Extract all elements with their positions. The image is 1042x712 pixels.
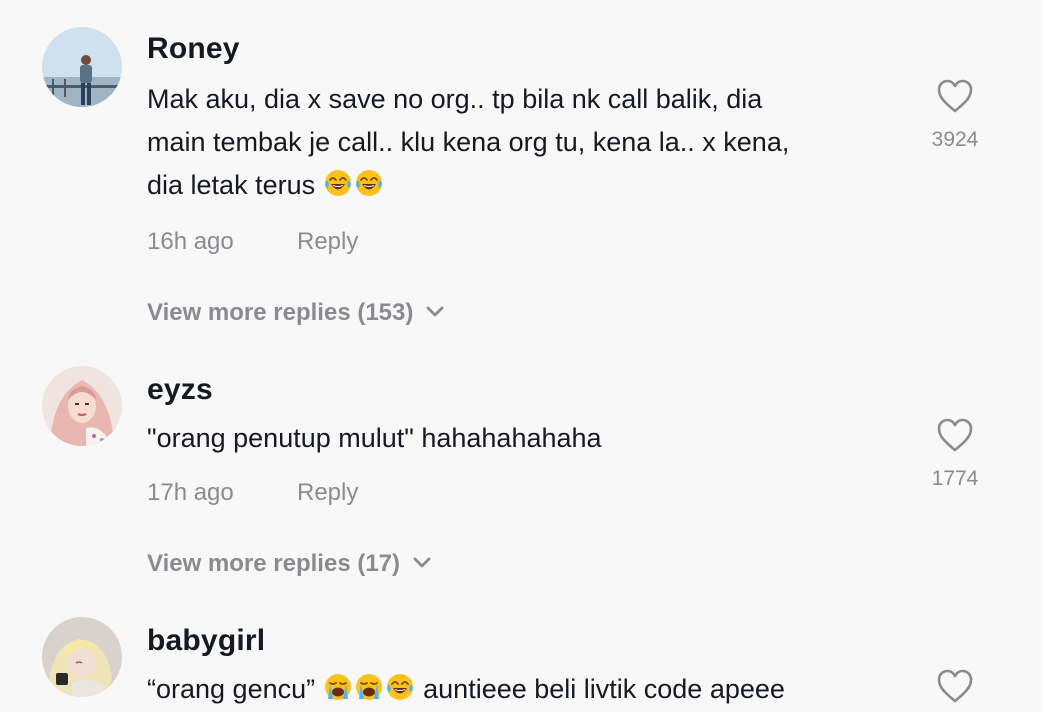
like-control: 3924 — [920, 78, 990, 152]
comment-text: Mak aku, dia x save no org.. tp bila nk … — [147, 78, 907, 207]
avatar[interactable] — [42, 366, 122, 446]
comment-text: “orang gencu” auntieee beli livtik code … — [147, 668, 907, 711]
comment-text-segment: “orang gencu” — [147, 674, 316, 704]
timestamp: 17h ago — [147, 479, 234, 506]
comment-text-segment: auntieee beli livtik code apeee — [423, 674, 785, 704]
comment-text-line: dia letak terus — [147, 164, 907, 207]
chevron-down-icon — [425, 305, 445, 319]
username[interactable]: Roney — [147, 32, 240, 66]
timestamp: 16h ago — [147, 228, 234, 255]
username[interactable]: eyzs — [147, 373, 213, 407]
chevron-down-icon — [412, 556, 432, 570]
reply-button[interactable]: Reply — [297, 228, 358, 256]
comment-text-line: Mak aku, dia x save no org.. tp bila nk … — [147, 84, 763, 114]
like-count: 1774 — [931, 467, 979, 490]
comment-text-line: main tembak je call.. klu kena org tu, k… — [147, 127, 790, 157]
reply-button[interactable]: Reply — [297, 479, 358, 507]
like-control — [920, 668, 990, 704]
avatar[interactable] — [42, 617, 122, 697]
comments-list: Roney Mak aku, dia x save no org.. tp bi… — [0, 0, 1042, 712]
loudly-crying-emoji — [323, 672, 353, 702]
view-more-replies-button[interactable]: View more replies (17) — [147, 550, 432, 578]
tears-of-joy-emoji — [354, 168, 384, 198]
loudly-crying-emoji — [354, 672, 384, 702]
like-count: 3924 — [931, 128, 979, 151]
heart-outline-icon[interactable] — [936, 78, 974, 114]
view-more-replies-label: View more replies (17) — [147, 550, 401, 577]
comment-text-line: “orang gencu” auntieee beli livtik code … — [147, 668, 907, 711]
comment-meta: 16h ago Reply — [147, 228, 358, 256]
comment-meta: 17h ago Reply — [147, 479, 358, 507]
like-control: 1774 — [920, 417, 990, 491]
view-more-replies-button[interactable]: View more replies (153) — [147, 299, 445, 327]
avatar[interactable] — [42, 27, 122, 107]
tears-of-joy-emoji — [323, 168, 353, 198]
comment-text-line: "orang penutup mulut" hahahahahaha — [147, 423, 602, 453]
heart-outline-icon[interactable] — [936, 668, 974, 704]
comment-text-segment: dia letak terus — [147, 170, 316, 200]
heart-outline-icon[interactable] — [936, 417, 974, 453]
comment-text: "orang penutup mulut" hahahahahaha — [147, 417, 907, 460]
username[interactable]: babygirl — [147, 624, 265, 658]
tears-of-joy-emoji — [385, 672, 415, 702]
view-more-replies-label: View more replies (153) — [147, 299, 414, 326]
